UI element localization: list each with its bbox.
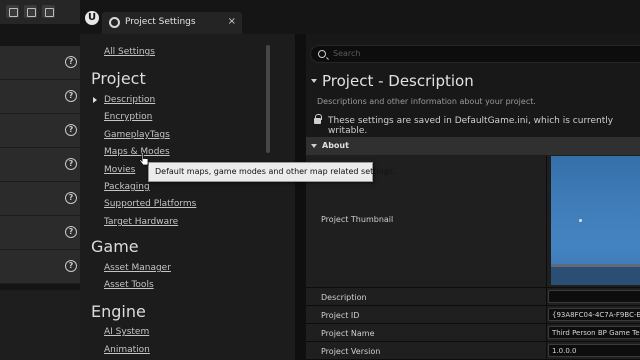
project-name-field[interactable]: Third Person BP Game Te bbox=[548, 326, 640, 339]
settings-icon bbox=[109, 17, 120, 28]
unreal-logo-icon: U bbox=[85, 11, 99, 25]
details-row: ? bbox=[0, 182, 80, 216]
project-version-field[interactable]: 1.0.0.0 bbox=[548, 344, 640, 357]
title-bar: U Project Settings × bbox=[80, 0, 640, 34]
sidebar-item-animation[interactable]: Animation bbox=[104, 345, 150, 355]
category-header-about[interactable]: About bbox=[306, 137, 640, 155]
property-label: Description bbox=[321, 293, 367, 302]
screen: ? ? ? ? ? ? ? U Project Settings × All S… bbox=[0, 0, 640, 360]
details-row: ? bbox=[0, 114, 80, 148]
help-icon[interactable]: ? bbox=[65, 56, 77, 68]
sidebar-item-supported-platforms[interactable]: Supported Platforms bbox=[104, 199, 196, 209]
sidebar-item-ai-system[interactable]: AI System bbox=[104, 327, 149, 337]
section-heading-game: Game bbox=[91, 237, 139, 256]
property-label: Project Name bbox=[321, 329, 375, 338]
toolbar-layout-icon[interactable] bbox=[24, 5, 37, 18]
section-title: Project - Description bbox=[322, 72, 474, 90]
tab-project-settings[interactable]: Project Settings × bbox=[102, 12, 242, 34]
sidebar-item-target-hardware[interactable]: Target Hardware bbox=[104, 217, 178, 227]
collapse-category-icon[interactable] bbox=[311, 144, 317, 148]
column-divider[interactable] bbox=[546, 155, 547, 360]
collapse-section-icon[interactable] bbox=[311, 79, 317, 83]
selected-indicator-icon bbox=[93, 97, 97, 103]
property-row-project-version: Project Version 1.0.0.0 bbox=[306, 342, 640, 360]
sidebar-item-maps-modes[interactable]: Maps & Modes bbox=[104, 147, 170, 157]
property-row-project-id: Project ID {93A8FC04-4C7A-F9BC-E bbox=[306, 306, 640, 324]
settings-content: Search Project - Description Description… bbox=[306, 34, 640, 360]
config-file-notice: These settings are saved in DefaultGame.… bbox=[328, 116, 614, 136]
editor-background bbox=[0, 290, 80, 360]
close-icon[interactable]: × bbox=[228, 16, 236, 27]
project-thumbnail-image[interactable] bbox=[551, 156, 640, 285]
sidebar-item-asset-tools[interactable]: Asset Tools bbox=[104, 280, 154, 290]
property-row-description: Description bbox=[306, 288, 640, 306]
section-description: Descriptions and other information about… bbox=[317, 97, 536, 106]
sidebar-scrollbar[interactable] bbox=[266, 45, 270, 153]
property-row-project-name: Project Name Third Person BP Game Te bbox=[306, 324, 640, 342]
editor-toolbar bbox=[0, 0, 80, 24]
details-row: ? bbox=[0, 80, 80, 114]
description-field[interactable] bbox=[548, 290, 640, 303]
sidebar-item-packaging[interactable]: Packaging bbox=[104, 182, 150, 192]
section-heading-project: Project bbox=[91, 69, 146, 88]
help-icon[interactable]: ? bbox=[65, 260, 77, 272]
thumbnail-object bbox=[579, 219, 582, 222]
search-input[interactable]: Search bbox=[310, 45, 640, 63]
sidebar-item-asset-manager[interactable]: Asset Manager bbox=[104, 263, 171, 273]
tooltip: Default maps, game modes and other map r… bbox=[148, 162, 396, 182]
pointer-cursor-icon bbox=[139, 152, 149, 166]
tab-title: Project Settings bbox=[125, 17, 196, 27]
project-id-field[interactable]: {93A8FC04-4C7A-F9BC-E bbox=[548, 308, 640, 321]
details-row: ? bbox=[0, 216, 80, 250]
help-icon[interactable]: ? bbox=[65, 192, 77, 204]
toolbar-grid-icon[interactable] bbox=[6, 5, 19, 18]
help-icon[interactable]: ? bbox=[65, 226, 77, 238]
details-row: ? bbox=[0, 250, 80, 284]
all-settings-link[interactable]: All Settings bbox=[104, 47, 155, 57]
sidebar-item-description[interactable]: Description bbox=[104, 95, 155, 105]
search-icon bbox=[318, 50, 326, 58]
sidebar-item-movies[interactable]: Movies bbox=[104, 165, 135, 175]
category-label: About bbox=[322, 141, 349, 150]
property-label: Project ID bbox=[321, 311, 360, 320]
thumbnail-floor bbox=[551, 264, 640, 285]
help-icon[interactable]: ? bbox=[65, 124, 77, 136]
settings-sidebar: All Settings Project Description Encrypt… bbox=[80, 34, 295, 360]
details-row: ? bbox=[0, 46, 80, 80]
details-row: ? bbox=[0, 148, 80, 182]
toolbar-cube-icon[interactable] bbox=[42, 5, 55, 18]
property-label: Project Thumbnail bbox=[321, 215, 394, 224]
property-label: Project Version bbox=[321, 347, 381, 356]
tooltip-text: Default maps, game modes and other map r… bbox=[155, 167, 396, 176]
section-heading-engine: Engine bbox=[91, 302, 146, 321]
sidebar-item-gameplaytags[interactable]: GameplayTags bbox=[104, 130, 170, 140]
help-icon[interactable]: ? bbox=[65, 90, 77, 102]
lock-icon bbox=[314, 114, 322, 124]
help-icon[interactable]: ? bbox=[65, 158, 77, 170]
details-panel-rows: ? ? ? ? ? ? ? bbox=[0, 46, 80, 284]
search-placeholder: Search bbox=[333, 49, 361, 58]
sidebar-item-encryption[interactable]: Encryption bbox=[104, 112, 152, 122]
